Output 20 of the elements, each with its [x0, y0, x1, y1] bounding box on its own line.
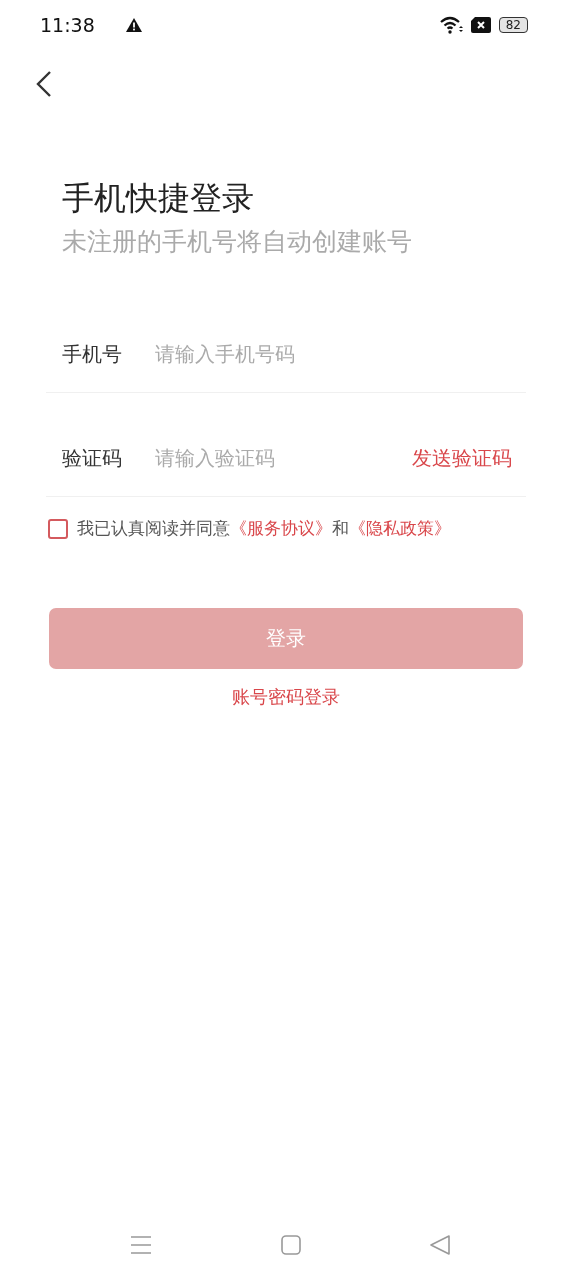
checkbox[interactable]	[48, 518, 68, 539]
back-icon[interactable]	[36, 71, 52, 97]
wifi-icon	[438, 16, 463, 34]
input-field[interactable]: 请输入验证码	[153, 445, 412, 471]
warning-icon	[124, 17, 143, 33]
menu-icon[interactable]	[131, 1236, 151, 1254]
status-time: 11:38	[40, 14, 95, 36]
field-label: 手机号	[62, 340, 123, 368]
agreement-link[interactable]: 《服务协议》	[230, 518, 332, 538]
page-title: 手机快捷登录	[62, 178, 255, 219]
password-login-link[interactable]: 账号密码登录	[232, 686, 340, 707]
input-field[interactable]: 请输入手机号码	[153, 341, 512, 367]
field-label: 验证码	[62, 444, 123, 472]
battery-indicator: 82	[498, 17, 528, 33]
page-subtitle: 未注册的手机号将自动创建账号	[62, 226, 413, 258]
agreement-text: 我已认真阅读并同意《服务协议》和《隐私政策》	[77, 517, 451, 540]
send-code-link[interactable]: 发送验证码	[412, 444, 512, 472]
home-icon[interactable]	[280, 1235, 301, 1255]
agreement-link[interactable]: 《隐私政策》	[349, 518, 451, 538]
sim-icon	[470, 17, 491, 33]
